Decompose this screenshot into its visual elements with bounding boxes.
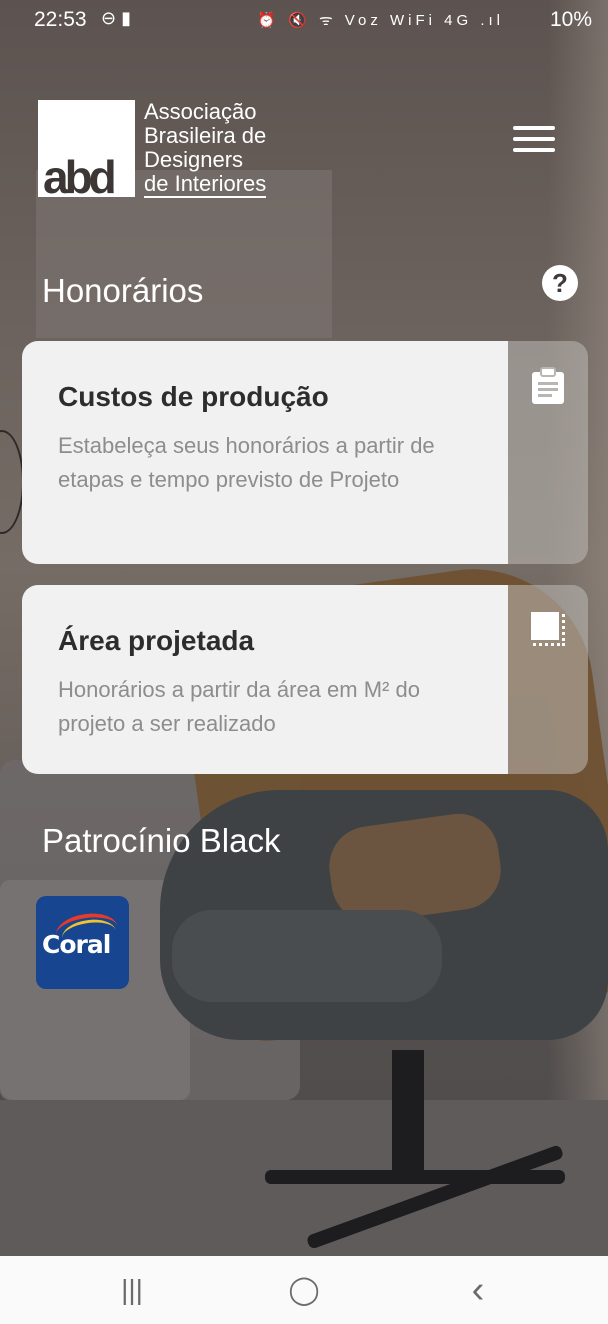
logo-line: de Interiores xyxy=(144,171,267,198)
card-title: Custos de produção xyxy=(58,381,329,412)
logo-text: Associação Brasileira de Designers de In… xyxy=(144,99,267,198)
area-square-icon xyxy=(531,612,565,646)
card-area-projetada[interactable]: Área projetada Honorários a partir da ár… xyxy=(22,585,588,774)
wall-lamp xyxy=(0,430,24,534)
logo-line: Brasileira de xyxy=(144,123,267,148)
clipboard-icon xyxy=(532,367,564,404)
card-description: Honorários a partir da área em M² do pro… xyxy=(58,677,420,736)
status-bar: 22:53 ⊖ ▮ ⏰ 🔇 ᯤ Voz WiFi 4G .ıl 10% xyxy=(0,0,608,40)
status-time: 22:53 xyxy=(34,8,87,31)
logo-line: Designers xyxy=(144,147,244,172)
abd-logo: abd Associação Brasileira de Designers d… xyxy=(38,99,290,203)
card-title: Área projetada xyxy=(58,625,255,656)
notification-icons: ⊖ ▮ xyxy=(101,8,131,28)
back-button[interactable]: ‹ xyxy=(458,1271,498,1309)
sponsor-name: Coral xyxy=(42,930,111,959)
recent-apps-button[interactable]: ||| xyxy=(112,1274,152,1306)
card-icon-panel xyxy=(508,585,588,774)
help-icon[interactable]: ? xyxy=(542,265,578,301)
sponsor-coral-logo[interactable]: Coral xyxy=(36,896,129,989)
card-body: Área projetada Honorários a partir da ár… xyxy=(22,585,508,774)
card-body: Custos de produção Estabeleça seus honor… xyxy=(22,341,508,564)
home-button[interactable]: ◯ xyxy=(284,1274,324,1306)
system-navigation-bar: ||| ◯ ‹ xyxy=(0,1256,608,1324)
logo-box: abd xyxy=(38,100,135,203)
section-title-patrocinio: Patrocínio Black xyxy=(42,822,281,859)
battery-level: 10% xyxy=(549,8,592,31)
card-icon-panel xyxy=(508,341,588,564)
logo-mark: abd xyxy=(43,151,117,203)
armchair-seat xyxy=(172,910,442,1002)
hamburger-menu-icon[interactable] xyxy=(513,126,555,156)
logo-line: Associação xyxy=(144,99,257,124)
card-custos-producao[interactable]: Custos de produção Estabeleça seus honor… xyxy=(22,341,588,564)
armchair-stem xyxy=(392,1050,424,1180)
section-title-honorarios: Honorários xyxy=(42,272,204,309)
system-status-icons: ⏰ 🔇 ᯤ Voz WiFi 4G .ıl xyxy=(257,12,504,29)
card-description: Estabeleça seus honorários a partir de e… xyxy=(58,433,435,492)
